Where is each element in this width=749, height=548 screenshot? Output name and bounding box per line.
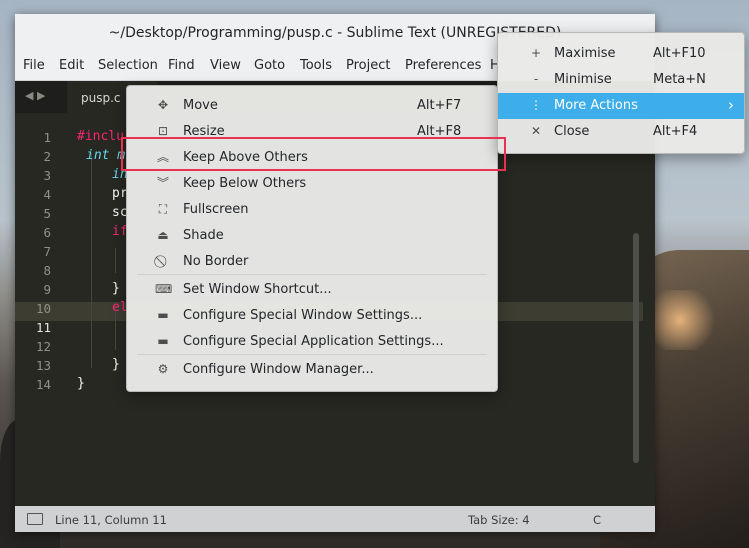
- menu-item-fullscreen[interactable]: ⛶ Fullscreen: [127, 197, 497, 223]
- application-settings-icon: ▬: [157, 334, 169, 348]
- menu-edit[interactable]: Edit: [59, 58, 84, 73]
- code-line: int m: [86, 148, 126, 163]
- monitor-icon[interactable]: [27, 513, 43, 525]
- menu-item-shade[interactable]: ⏏ Shade: [127, 223, 497, 249]
- menu-item-configure-special-window-settings[interactable]: ▬ Configure Special Window Settings...: [127, 303, 497, 329]
- editor-scrollbar[interactable]: [633, 233, 639, 463]
- menu-item-shortcut: Meta+N: [653, 72, 706, 87]
- more-icon: ⋮: [530, 98, 542, 112]
- code-line: }: [112, 357, 120, 372]
- syntax-mode[interactable]: C: [593, 513, 601, 527]
- menu-item-set-window-shortcut[interactable]: ⌨ Set Window Shortcut...: [127, 277, 497, 303]
- shade-icon: ⏏: [157, 228, 169, 242]
- chevron-right-icon: ›: [728, 96, 734, 114]
- menu-item-keep-below-others[interactable]: ︾ Keep Below Others: [127, 171, 497, 197]
- window-action-minimise[interactable]: - Minimise Meta+N: [498, 67, 744, 93]
- menu-item-shortcut: Alt+F7: [417, 98, 462, 113]
- minus-icon: -: [533, 72, 539, 86]
- menu-item-shortcut: Alt+F10: [653, 46, 706, 61]
- menu-file[interactable]: File: [23, 58, 45, 73]
- line-number: 6: [43, 225, 51, 240]
- menu-item-label: Configure Special Window Settings...: [183, 308, 423, 323]
- menu-item-shortcut: Alt+F4: [653, 124, 698, 139]
- line-number: 8: [43, 263, 51, 278]
- menu-tools[interactable]: Tools: [300, 58, 332, 73]
- menu-selection[interactable]: Selection: [98, 58, 158, 73]
- menu-preferences[interactable]: Preferences: [405, 58, 481, 73]
- menu-goto[interactable]: Goto: [254, 58, 285, 73]
- tab-size[interactable]: Tab Size: 4: [468, 513, 530, 527]
- menu-item-label: Minimise: [554, 72, 612, 87]
- code-line: }: [77, 376, 85, 391]
- window-action-close[interactable]: ✕ Close Alt+F4: [498, 119, 744, 145]
- indent-guide: [115, 248, 116, 273]
- move-icon: ✥: [157, 98, 169, 112]
- line-number: 14: [35, 377, 51, 392]
- fullscreen-icon: ⛶: [158, 202, 168, 216]
- tab-label: pusp.c: [81, 91, 121, 105]
- line-number: 11: [35, 320, 51, 335]
- menu-item-move[interactable]: ✥ Move Alt+F7: [127, 93, 497, 119]
- cursor-position: Line 11, Column 11: [55, 513, 167, 527]
- code-line: }: [112, 281, 120, 296]
- menu-item-label: Fullscreen: [183, 202, 249, 217]
- line-number: 13: [35, 358, 51, 373]
- annotation-highlight-box: [121, 137, 506, 171]
- menu-item-label: Maximise: [554, 46, 616, 61]
- close-icon: ✕: [530, 124, 542, 138]
- menu-find[interactable]: Find: [168, 58, 195, 73]
- window-context-menu: ✥ Move Alt+F7 ⊡ Resize Alt+F8 ︽ Keep Above Othe…: [126, 85, 498, 392]
- line-number: 9: [43, 282, 51, 297]
- keyboard-icon: ⌨: [155, 282, 173, 296]
- indent-guide: [91, 153, 92, 368]
- line-number: 7: [43, 244, 51, 259]
- no-border-icon: ⃠: [155, 253, 171, 269]
- window-actions-menu: + Maximise Alt+F10 - Minimise Meta+N ⋮ More Act…: [497, 32, 745, 154]
- menu-item-label: Move: [183, 98, 218, 113]
- line-number: 10: [35, 301, 51, 316]
- line-number: 5: [43, 206, 51, 221]
- keep-below-icon: ︾: [156, 176, 169, 190]
- window-action-maximise[interactable]: + Maximise Alt+F10: [498, 41, 744, 67]
- menu-project[interactable]: Project: [346, 58, 390, 73]
- menu-item-label: Shade: [183, 228, 224, 243]
- menu-view[interactable]: View: [210, 58, 241, 73]
- menu-item-label: No Border: [183, 254, 249, 269]
- menu-item-no-border[interactable]: ⃠ No Border: [127, 249, 497, 275]
- line-number: 1: [43, 130, 51, 145]
- line-number: 4: [43, 187, 51, 202]
- line-number: 2: [43, 149, 51, 164]
- menu-item-label: Set Window Shortcut...: [183, 282, 332, 297]
- menu-item-label: Keep Below Others: [183, 176, 307, 191]
- line-number: 3: [43, 168, 51, 183]
- plus-icon: +: [530, 46, 542, 60]
- gear-icon: ⚙: [157, 362, 169, 376]
- line-number: 12: [35, 339, 51, 354]
- menu-item-configure-special-application-settings[interactable]: ▬ Configure Special Application Settings.…: [127, 329, 497, 355]
- menu-item-label: More Actions: [554, 98, 638, 113]
- menu-item-label: Configure Special Application Settings..…: [183, 334, 444, 349]
- menu-item-configure-window-manager[interactable]: ⚙ Configure Window Manager...: [127, 357, 497, 383]
- window-action-more-actions[interactable]: ⋮ More Actions ›: [498, 93, 744, 119]
- tab-nav-arrows-icon[interactable]: ◀ ▶: [25, 89, 45, 102]
- window-settings-icon: ▬: [157, 308, 169, 322]
- menu-item-label: Configure Window Manager...: [183, 362, 374, 377]
- code-line: #inclu: [77, 129, 124, 144]
- menu-item-label: Close: [554, 124, 590, 139]
- status-bar: Line 11, Column 11 Tab Size: 4 C: [15, 506, 655, 532]
